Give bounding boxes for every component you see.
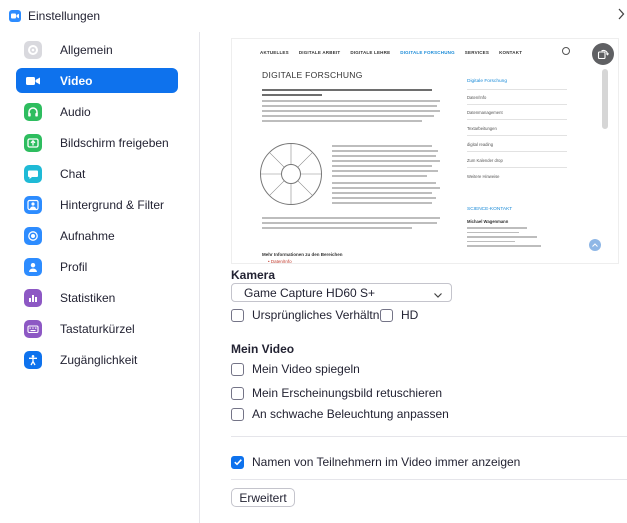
preview-nav-item: DIGITALE ARBEIT	[298, 50, 341, 55]
checkbox-box[interactable]	[231, 407, 244, 421]
preview-heading: DIGITALE FORSCHUNG	[262, 70, 363, 80]
sidebar-item-zugaenglichkeit[interactable]: Zugänglichkeit	[16, 347, 178, 372]
sidebar-item-label: Allgemein	[60, 42, 113, 57]
title-bar: Einstellungen	[0, 0, 627, 32]
checkbox-label: An schwache Beleuchtung anpassen	[252, 407, 449, 421]
zoom-app-icon	[9, 10, 21, 22]
preview-scroll-top-icon	[589, 239, 601, 251]
checkbox-label: Mein Video spiegeln	[252, 362, 360, 376]
checkbox-box[interactable]	[231, 362, 244, 376]
keyboard-icon	[24, 319, 42, 338]
advanced-button[interactable]: Erweitert	[231, 488, 295, 507]
preview-diagram	[260, 143, 322, 205]
preview-nav-item: DIGITALE LEHRE	[350, 50, 391, 55]
record-icon	[24, 226, 42, 245]
sidebar: Allgemein Video Audio Bildschirm freigeb…	[0, 32, 200, 523]
rotate-camera-button[interactable]	[592, 43, 614, 65]
sidebar-item-label: Zugänglichkeit	[60, 352, 138, 367]
always-show-names-checkbox[interactable]: Namen von Teilnehmern im Video immer anz…	[231, 455, 520, 469]
preview-nav-item: DIGITALE FORSCHUNG	[400, 50, 455, 55]
sidebar-item-video[interactable]: Video	[16, 68, 178, 93]
preview-text-block	[332, 145, 442, 207]
section-divider	[231, 479, 627, 480]
share-screen-icon	[24, 133, 42, 152]
sidebar-item-allgemein[interactable]: Allgemein	[16, 37, 178, 62]
sidebar-item-label: Aufnahme	[60, 228, 115, 243]
statistics-icon	[24, 288, 42, 307]
sidebar-item-aufnahme[interactable]: Aufnahme	[16, 223, 178, 248]
sidebar-item-label: Bildschirm freigeben	[60, 135, 169, 150]
hd-checkbox[interactable]: HD	[380, 308, 418, 322]
checkbox-label: Ursprüngliches Verhältnis	[252, 308, 389, 322]
headphones-icon	[24, 102, 42, 121]
video-settings-panel: AKTUELLES DIGITALE ARBEIT DIGITALE LEHRE…	[201, 32, 627, 523]
sidebar-item-profil[interactable]: Profil	[16, 254, 178, 279]
profile-icon	[24, 257, 42, 276]
checkbox-box[interactable]	[231, 308, 244, 322]
checkbox-label: Mein Erscheinungsbild retuschieren	[252, 386, 443, 400]
preview-nav-item: AKTUELLES	[260, 50, 289, 55]
camera-select-value: Game Capture HD60 S+	[244, 285, 376, 300]
accessibility-icon	[24, 350, 42, 369]
preview-text-block	[262, 217, 442, 232]
sidebar-item-label: Audio	[60, 104, 91, 119]
preview-link-item: • Daten/Info	[268, 259, 292, 264]
checkmark-icon	[233, 459, 242, 466]
window-title: Einstellungen	[28, 9, 101, 23]
touch-up-appearance-checkbox[interactable]: Mein Erscheinungsbild retuschieren	[231, 386, 442, 400]
checkbox-box[interactable]	[231, 386, 244, 400]
my-video-section-title: Mein Video	[231, 342, 295, 356]
chevron-down-icon	[433, 287, 443, 305]
camera-preview: AKTUELLES DIGITALE ARBEIT DIGITALE LEHRE…	[231, 38, 619, 264]
sidebar-item-hintergrund-filter[interactable]: Hintergrund & Filter	[16, 192, 178, 217]
video-camera-icon	[24, 72, 42, 90]
checkbox-box[interactable]	[380, 308, 393, 322]
sidebar-item-label: Chat	[60, 166, 86, 181]
low-light-checkbox[interactable]: An schwache Beleuchtung anpassen	[231, 407, 449, 421]
sidebar-item-tastaturkuerzel[interactable]: Tastaturkürzel	[16, 316, 178, 341]
mirror-video-checkbox[interactable]: Mein Video spiegeln	[231, 362, 360, 376]
preview-link-title: Mehr Informationen zu den Bereichen	[262, 252, 343, 257]
sidebar-item-chat[interactable]: Chat	[16, 161, 178, 186]
checkbox-label: HD	[401, 308, 419, 322]
sidebar-item-label: Profil	[60, 259, 88, 274]
camera-section-title: Kamera	[231, 268, 276, 282]
sidebar-item-statistiken[interactable]: Statistiken	[16, 285, 178, 310]
checkbox-label: Namen von Teilnehmern im Video immer anz…	[252, 455, 521, 469]
sidebar-item-audio[interactable]: Audio	[16, 99, 178, 124]
preview-text-block	[262, 89, 442, 125]
chevron-right-icon[interactable]	[617, 8, 625, 23]
sidebar-item-label: Statistiken	[60, 290, 116, 305]
chat-bubble-icon	[24, 164, 42, 183]
preview-sidebar: Digitale Forschung Daten/Info Datenmanag…	[467, 39, 617, 263]
section-divider	[231, 436, 627, 437]
sidebar-item-label: Hintergrund & Filter	[60, 197, 165, 212]
sidebar-item-label: Video	[60, 73, 93, 88]
camera-select[interactable]: Game Capture HD60 S+	[231, 283, 452, 302]
preview-scrollbar	[602, 69, 608, 129]
sidebar-item-label: Tastaturkürzel	[60, 321, 135, 336]
background-portrait-icon	[24, 195, 42, 214]
sidebar-item-bildschirm-freigeben[interactable]: Bildschirm freigeben	[16, 130, 178, 155]
checkbox-box[interactable]	[231, 455, 244, 469]
original-ratio-checkbox[interactable]: Ursprüngliches Verhältnis	[231, 308, 388, 322]
gear-icon	[24, 40, 42, 59]
rotate-icon	[597, 49, 609, 60]
